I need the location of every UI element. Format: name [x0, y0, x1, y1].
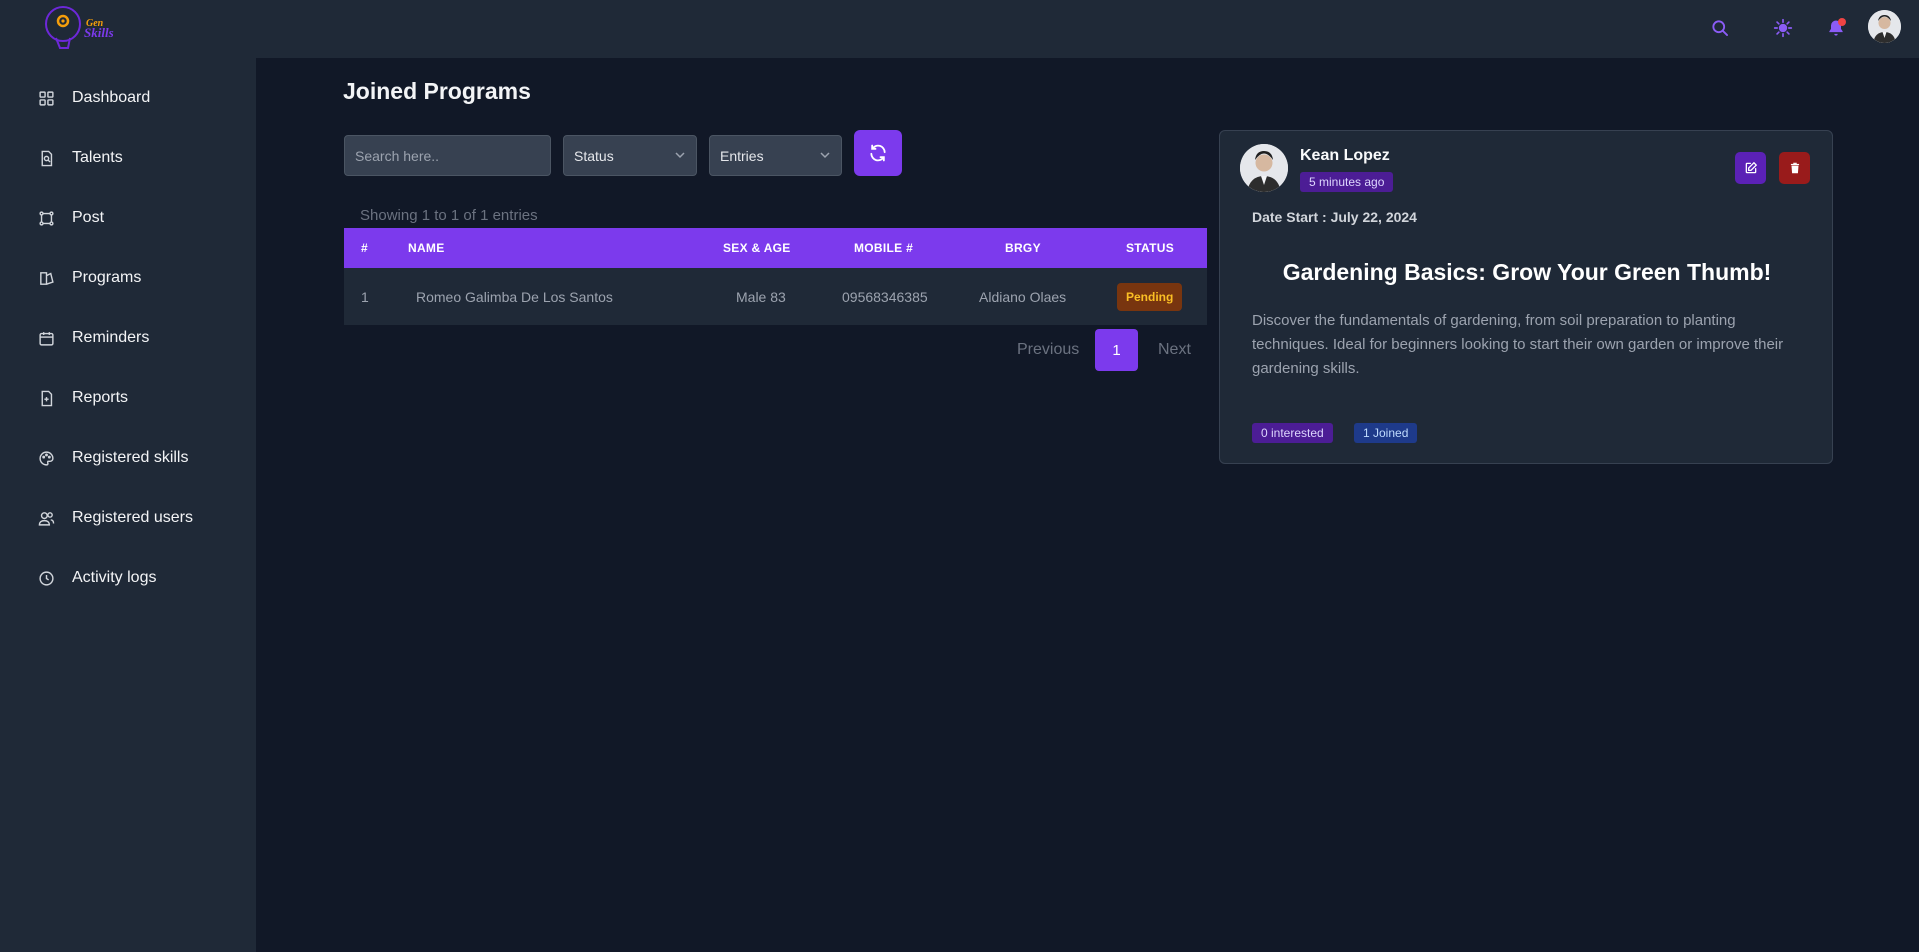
post-icon: [37, 209, 55, 227]
column-header-number[interactable]: #: [361, 228, 368, 268]
sidebar-item-talents[interactable]: Talents: [0, 136, 256, 180]
time-ago-badge: 5 minutes ago: [1300, 172, 1394, 192]
row-name: Romeo Galimba De Los Santos: [416, 288, 613, 305]
clock-icon: [37, 569, 55, 587]
programs-icon: [37, 269, 55, 287]
author-name: Kean Lopez: [1300, 147, 1390, 164]
page-title: Joined Programs: [343, 78, 531, 104]
sidebar-item-registered-users[interactable]: Registered users: [0, 496, 256, 540]
palette-icon: [37, 449, 55, 467]
table-header: # NAME SEX & AGE MOBILE # BRGY STATUS: [344, 228, 1207, 268]
pagination-previous[interactable]: Previous: [1017, 341, 1079, 359]
program-date-start: Date Start : July 22, 2024: [1252, 209, 1417, 225]
sun-icon[interactable]: [1767, 12, 1799, 44]
sidebar-item-label: Reports: [72, 389, 129, 406]
search-icon[interactable]: [1704, 12, 1736, 44]
program-title: Gardening Basics: Grow Your Green Thumb!: [1282, 259, 1772, 285]
entries-select-value: Entries: [720, 147, 764, 164]
dashboard-icon: [37, 89, 55, 107]
sidebar-item-programs[interactable]: Programs: [0, 256, 256, 300]
logo-text-skills: Skills: [84, 25, 114, 40]
sidebar-item-registered-skills[interactable]: Registered skills: [0, 436, 256, 480]
status-select-value: Status: [574, 147, 614, 164]
edit-button[interactable]: [1735, 152, 1766, 184]
app-logo[interactable]: Gen Skills: [44, 2, 134, 54]
sidebar-item-label: Dashboard: [72, 89, 151, 106]
sidebar-item-reminders[interactable]: Reminders: [0, 316, 256, 360]
joined-count-badge: 1 Joined: [1354, 423, 1418, 443]
top-bar: Gen Skills: [0, 0, 1919, 58]
search-input[interactable]: [344, 135, 551, 176]
row-brgy: Aldiano Olaes: [979, 288, 1067, 305]
author-avatar: [1240, 144, 1288, 192]
edit-icon: [1745, 161, 1757, 174]
row-status-cell: Pending: [1117, 268, 1183, 325]
calendar-icon: [37, 329, 55, 347]
refresh-button[interactable]: [854, 130, 902, 176]
joined-programs-table: # NAME SEX & AGE MOBILE # BRGY STATUS 1 …: [344, 228, 1207, 325]
entries-info: Showing 1 to 1 of 1 entries: [360, 207, 538, 224]
sidebar-item-label: Post: [72, 209, 105, 226]
sidebar-item-post[interactable]: Post: [0, 196, 256, 240]
report-icon: [37, 389, 55, 407]
bell-icon[interactable]: [1820, 12, 1852, 44]
pagination-next[interactable]: Next: [1158, 341, 1191, 359]
talents-icon: [37, 149, 55, 167]
sidebar-item-label: Programs: [72, 269, 142, 286]
sidebar-item-label: Registered users: [72, 509, 193, 526]
sidebar-item-label: Registered skills: [72, 449, 189, 466]
chevron-down-icon: [675, 152, 685, 159]
column-header-brgy[interactable]: BRGY: [1005, 228, 1041, 268]
user-avatar[interactable]: [1868, 10, 1901, 43]
delete-button[interactable]: [1779, 152, 1810, 184]
sidebar-item-activity-logs[interactable]: Activity logs: [0, 556, 256, 600]
refresh-icon: [870, 144, 886, 162]
trash-icon: [1790, 162, 1799, 174]
pagination-page-1[interactable]: 1: [1095, 329, 1138, 371]
row-sex-age: Male 83: [736, 288, 786, 305]
column-header-status[interactable]: STATUS: [1126, 228, 1174, 268]
status-badge[interactable]: Pending: [1117, 282, 1183, 311]
column-header-sex-age[interactable]: SEX & AGE: [723, 228, 791, 268]
entries-select[interactable]: Entries: [709, 135, 842, 176]
column-header-mobile[interactable]: MOBILE #: [854, 228, 913, 268]
row-number: 1: [361, 288, 369, 305]
sidebar-item-dashboard[interactable]: Dashboard: [0, 76, 256, 120]
column-header-name[interactable]: NAME: [408, 228, 445, 268]
table-row[interactable]: 1 Romeo Galimba De Los Santos Male 83 09…: [344, 268, 1207, 325]
users-icon: [37, 509, 55, 527]
program-description: Discover the fundamentals of gardening, …: [1252, 312, 1784, 377]
sidebar-item-label: Reminders: [72, 329, 150, 346]
notification-dot: [1838, 18, 1846, 26]
interested-count-badge: 0 interested: [1252, 423, 1333, 443]
chevron-down-icon: [820, 152, 830, 159]
sidebar-item-label: Talents: [72, 149, 123, 166]
program-card: Kean Lopez 5 minutes ago Date Start : Ju…: [1219, 130, 1833, 464]
sidebar: Dashboard Talents Post Programs Reminder…: [0, 58, 256, 952]
status-select[interactable]: Status: [563, 135, 697, 176]
sidebar-item-reports[interactable]: Reports: [0, 376, 256, 420]
row-mobile: 09568346385: [842, 288, 928, 305]
sidebar-item-label: Activity logs: [72, 569, 157, 586]
